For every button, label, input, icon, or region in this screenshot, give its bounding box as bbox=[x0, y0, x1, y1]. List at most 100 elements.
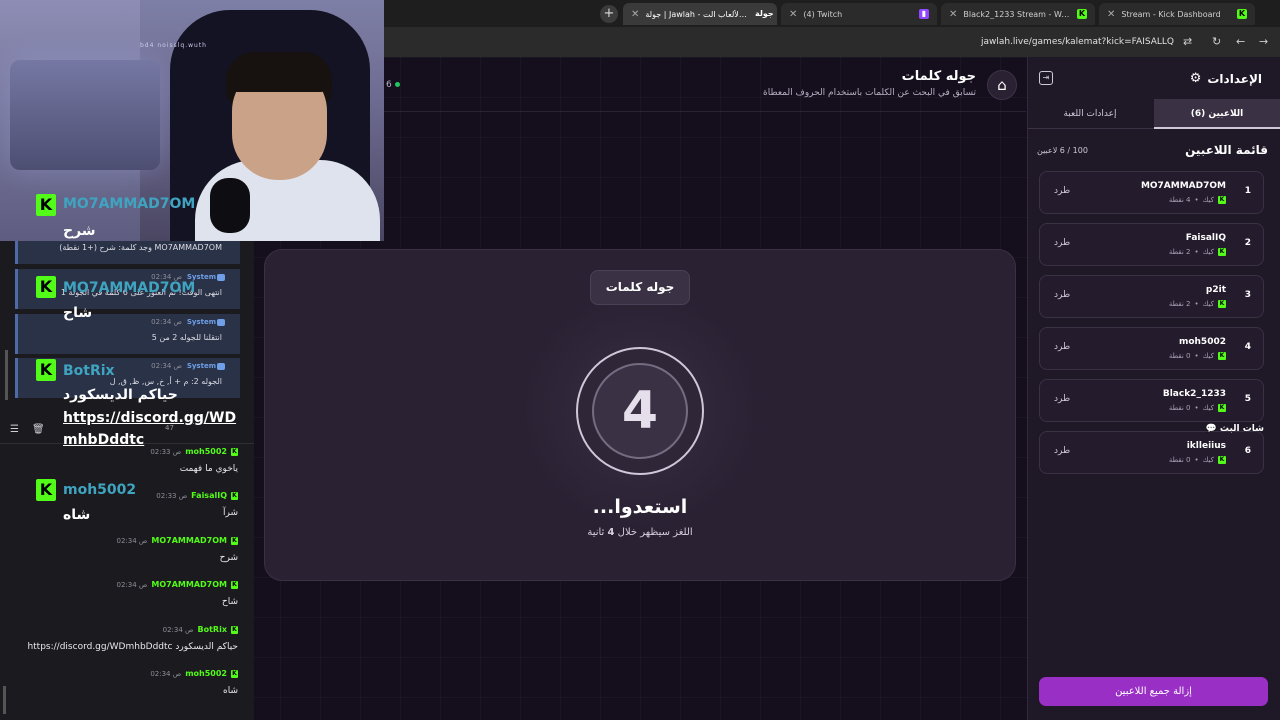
kick-badge-icon: K bbox=[231, 447, 238, 456]
chat-message: 02:34 ص BotRix K حياكم الديسكورد https://di… bbox=[0, 625, 254, 667]
message-author[interactable]: MO7AMMAD7OM bbox=[151, 580, 227, 589]
player-meta: K كيك • 0 نقطة bbox=[1168, 352, 1226, 360]
player-meta: K كيك • 2 نقطة bbox=[1168, 300, 1226, 308]
chat-bubble-icon bbox=[217, 274, 225, 281]
overlay-link: mhbDddtc bbox=[63, 432, 145, 448]
chat-message: 02:34 ص MO7AMMAD7OM K شاح bbox=[0, 580, 254, 622]
kick-player-button[interactable]: طرد bbox=[1054, 394, 1070, 404]
message-header: 02:34 ص MO7AMMAD7OM K bbox=[117, 580, 238, 589]
chat-title: شات البث 💬 bbox=[1205, 424, 1264, 434]
overlay-message: شاح bbox=[63, 305, 93, 321]
player-rank: 1 bbox=[1244, 186, 1251, 196]
kick-icon: K bbox=[1218, 248, 1226, 256]
player-meta: K كيك • 2 نقطة bbox=[1168, 248, 1226, 256]
tab-game-settings[interactable]: إعدادات اللعبة bbox=[1027, 99, 1153, 129]
player-meta: K كيك • 0 نقطة bbox=[1168, 404, 1226, 412]
tab-title: Stream - Kick Dashboard bbox=[1121, 9, 1221, 19]
tab-title: (4) Twitch bbox=[803, 9, 843, 19]
message-text: شاه bbox=[223, 686, 238, 696]
kick-logo-icon: K bbox=[36, 276, 56, 298]
chat-message: 02:34 ص moh5002 K شاه bbox=[0, 669, 254, 711]
player-row: 4 moh5002 K كيك • 0 نقطة طرد bbox=[1039, 327, 1264, 370]
player-row: 5 Black2_1233 K كيك • 0 نقطة طرد bbox=[1039, 379, 1264, 422]
message-text: ياخوي ما فهمت bbox=[179, 464, 238, 474]
close-icon[interactable]: ✕ bbox=[789, 9, 797, 20]
url-input[interactable]: jawlah.live/games/kalemat?kick=FAISALLQ bbox=[981, 37, 1174, 47]
overlay-message: حياكم الديسكورد bbox=[63, 387, 178, 403]
gear-icon: ⚙ bbox=[1189, 71, 1202, 86]
message-author[interactable]: moh5002 bbox=[185, 447, 227, 456]
message-header: 02:33 ص moh5002 K bbox=[150, 447, 238, 456]
reload-icon[interactable]: ↻ bbox=[1212, 35, 1221, 48]
system-text: انتقلنا للجوله 2 من 5 bbox=[151, 333, 222, 342]
message-time: 02:34 ص bbox=[150, 669, 182, 678]
forward-icon[interactable]: → bbox=[1259, 35, 1268, 48]
twitch-icon: ▮ bbox=[919, 9, 929, 19]
overlay-name: MO7AMMAD7OM bbox=[63, 280, 196, 296]
remove-all-players-button[interactable]: إزالة جميع اللاعبين bbox=[1039, 677, 1268, 706]
tab-jawlah[interactable]: ✕ جولة | Jawlah - منصة الألعاب الت... جو… bbox=[623, 3, 777, 25]
close-icon[interactable]: ✕ bbox=[1107, 9, 1115, 20]
tab-kick-dashboard[interactable]: ✕ Stream - Kick Dashboard K bbox=[1099, 3, 1255, 25]
message-header: 02:34 ص moh5002 K bbox=[150, 669, 238, 678]
message-author[interactable]: moh5002 bbox=[185, 669, 227, 678]
tab-players[interactable]: اللاعبين (6) bbox=[1154, 99, 1280, 129]
chat-scrollbar-bottom[interactable] bbox=[3, 686, 6, 714]
kick-badge-icon: K bbox=[231, 669, 238, 678]
home-button[interactable]: ⌂ bbox=[987, 70, 1017, 100]
player-rank: 4 bbox=[1244, 342, 1251, 352]
kick-player-button[interactable]: طرد bbox=[1054, 238, 1070, 248]
tab-twitch[interactable]: ✕ (4) Twitch ▮ bbox=[781, 3, 937, 25]
system-text: MO7AMMAD7OM وجد كلمة: شرح (+1 نقطة) bbox=[59, 243, 222, 252]
close-icon[interactable]: ✕ bbox=[631, 9, 639, 20]
chat-settings-icon[interactable]: ☰ bbox=[10, 424, 19, 435]
player-row: 2 FaisalIQ K كيك • 2 نقطة طرد bbox=[1039, 223, 1264, 266]
kick-icon: K bbox=[1218, 456, 1226, 464]
round-label: جوله كلمات bbox=[590, 270, 690, 305]
cam-text: bd4 noisslq.wuth bbox=[140, 42, 207, 49]
kick-badge-icon: K bbox=[231, 580, 238, 589]
trash-icon[interactable]: 🗑 bbox=[32, 424, 45, 435]
collapse-panel-icon[interactable]: ⇥ bbox=[1039, 71, 1053, 85]
game-title: جوله كلمات bbox=[901, 69, 976, 84]
tab-black2-stream[interactable]: ✕ Black2_1233 Stream - Watch Li... K bbox=[941, 3, 1095, 25]
system-message: MO7AMMAD7OM وجد كلمة: شرح (+1 نقطة) bbox=[15, 240, 240, 264]
system-message: System 02:34 ص انتقلنا للجوله 2 من 5 bbox=[15, 314, 240, 354]
home-icon: ⌂ bbox=[997, 76, 1007, 94]
player-rank: 2 bbox=[1244, 238, 1251, 248]
message-header: 02:34 ص MO7AMMAD7OM K bbox=[117, 536, 238, 545]
back-icon[interactable]: ← bbox=[1236, 35, 1245, 48]
players-heading: قائمة اللاعبين bbox=[1185, 143, 1268, 157]
player-row: 6 iklleiius K كيك • 0 نقطة طرد bbox=[1039, 431, 1264, 474]
chat-bubble-icon: 💬 bbox=[1205, 424, 1217, 434]
kick-icon: K bbox=[1218, 300, 1226, 308]
message-time: 02:34 ص bbox=[162, 625, 194, 634]
kick-logo-icon: K bbox=[36, 359, 56, 381]
player-name: p2it bbox=[1205, 285, 1226, 295]
player-meta: K كيك • 4 نقطة bbox=[1168, 196, 1226, 204]
system-text: الجوله 2: م + أ, خ, س, ظ, ق, ل bbox=[109, 377, 222, 386]
kick-player-button[interactable]: طرد bbox=[1054, 186, 1070, 196]
message-author[interactable]: MO7AMMAD7OM bbox=[151, 536, 227, 545]
kick-player-button[interactable]: طرد bbox=[1054, 290, 1070, 300]
overlay-name: moh5002 bbox=[63, 482, 137, 498]
new-tab-button[interactable]: + bbox=[600, 5, 618, 23]
kick-badge-icon: K bbox=[231, 491, 238, 500]
player-name: iklleiius bbox=[1186, 441, 1226, 451]
message-author[interactable]: BotRix bbox=[198, 625, 227, 634]
site-settings-icon[interactable]: ⇄ bbox=[1183, 35, 1192, 48]
close-icon[interactable]: ✕ bbox=[949, 9, 957, 20]
ready-title: استعدوا... bbox=[592, 496, 688, 518]
message-text: شاح bbox=[221, 597, 238, 607]
player-meta: K كيك • 0 نقطة bbox=[1168, 456, 1226, 464]
message-author[interactable]: FaisalIQ bbox=[191, 491, 227, 500]
kick-player-button[interactable]: طرد bbox=[1054, 342, 1070, 352]
game-subtitle: تسابق في البحث عن الكلمات باستخدام الحرو… bbox=[763, 88, 976, 98]
kick-icon: K bbox=[1218, 196, 1226, 204]
message-time: 02:33 ص bbox=[156, 491, 188, 500]
kick-player-button[interactable]: طرد bbox=[1054, 446, 1070, 456]
online-count: 6 bbox=[386, 80, 400, 90]
kick-logo-icon: K bbox=[36, 479, 56, 501]
chat-scrollbar[interactable] bbox=[5, 350, 8, 400]
microphone bbox=[210, 178, 250, 233]
